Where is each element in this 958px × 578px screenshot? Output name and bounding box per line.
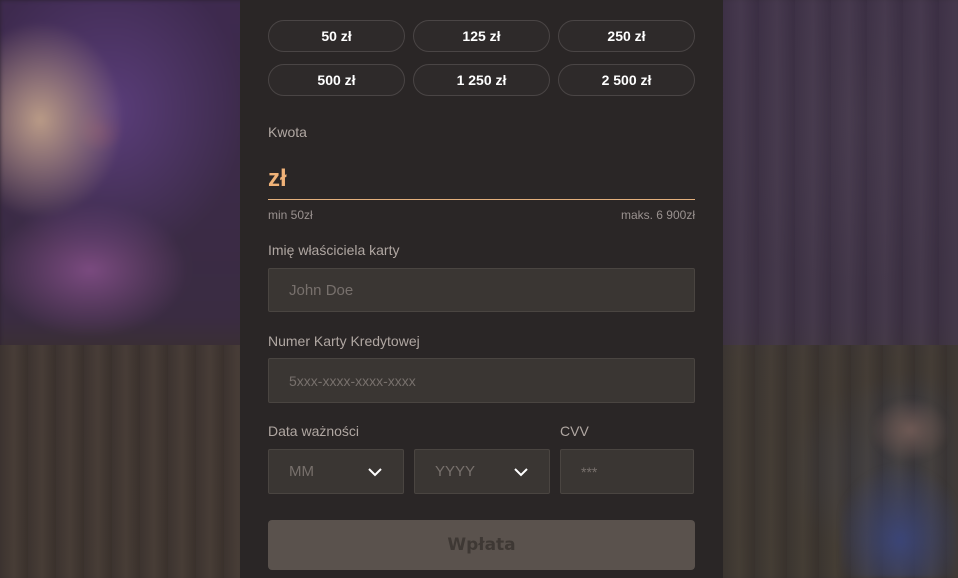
cardholder-label: Imię właściciela karty [268,242,400,258]
expiry-label: Data ważności [268,423,360,439]
currency-symbol: zł [268,164,287,192]
deposit-submit-button[interactable]: Wpłata [268,520,695,570]
deposit-form-panel: 50 zł 125 zł 250 zł 500 zł 1 250 zł 2 50… [240,0,723,578]
cardholder-input[interactable] [268,268,695,312]
card-number-label: Numer Karty Kredytowej [268,333,420,349]
amount-label: Kwota [268,124,307,140]
quick-amount-button[interactable]: 50 zł [268,20,405,52]
expiry-year-placeholder: YYYY [435,463,476,480]
background-decoration [0,345,240,578]
expiry-month-select[interactable]: MM [268,449,404,494]
expiry-year-select[interactable]: YYYY [414,449,550,494]
quick-amount-button[interactable]: 2 500 zł [558,64,695,96]
amount-field[interactable]: zł [268,156,695,200]
min-amount-hint: min 50zł [268,208,313,222]
quick-amount-button[interactable]: 1 250 zł [413,64,550,96]
background-decoration [840,390,958,578]
card-number-input[interactable] [268,358,695,403]
background-decoration [723,0,958,345]
amount-input[interactable] [286,156,695,199]
expiry-month-placeholder: MM [289,463,314,480]
quick-amount-button[interactable]: 125 zł [413,20,550,52]
quick-amount-button[interactable]: 250 zł [558,20,695,52]
chevron-down-icon [367,464,383,480]
quick-amount-grid: 50 zł 125 zł 250 zł 500 zł 1 250 zł 2 50… [268,20,695,96]
quick-amount-button[interactable]: 500 zł [268,64,405,96]
cvv-input[interactable] [560,449,694,494]
max-amount-hint: maks. 6 900zł [620,208,695,222]
chevron-down-icon [513,464,529,480]
cvv-label: CVV [560,423,589,439]
